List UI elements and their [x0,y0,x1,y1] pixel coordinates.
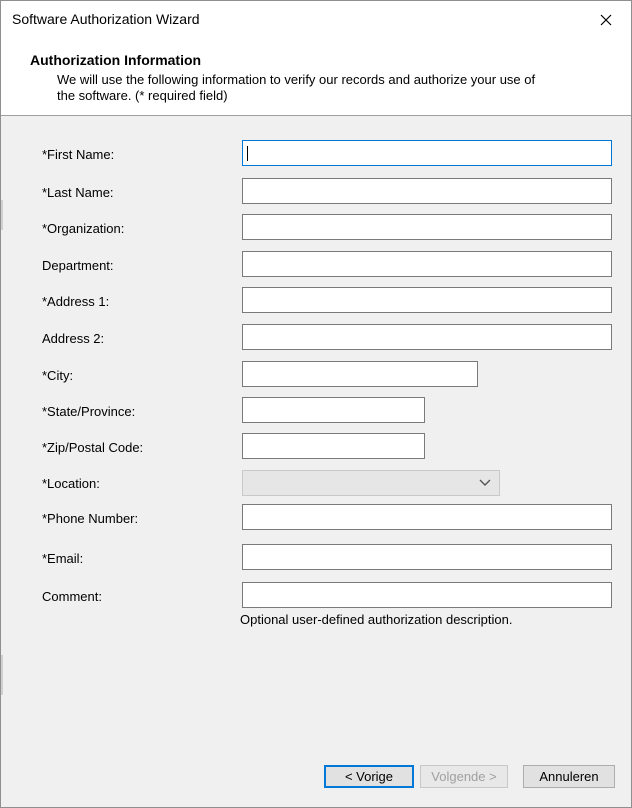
zip-input[interactable] [242,433,425,459]
comment-hint: Optional user-defined authorization desc… [240,612,513,627]
city-label: *City: [42,368,74,383]
back-button[interactable]: < Vorige [324,765,414,788]
left-edge-mark-lower [1,655,3,695]
phone-label: *Phone Number: [42,511,139,526]
location-label: *Location: [42,476,100,491]
close-button[interactable] [591,6,621,34]
email-label: *Email: [42,551,84,566]
address2-label: Address 2: [42,331,105,346]
header-description: We will use the following information to… [57,72,557,104]
cancel-button[interactable]: Annuleren [523,765,615,788]
address2-input[interactable] [242,324,612,350]
organization-input[interactable] [242,214,612,240]
department-label: Department: [42,258,114,273]
comment-input[interactable] [242,582,612,608]
header-title: Authorization Information [30,52,202,68]
state-input[interactable] [242,397,425,423]
text-caret [247,146,248,161]
first-name-input[interactable] [242,140,612,166]
header-description-line1: We will use the following information to… [57,72,536,87]
header-description-line2: the software. (* required field) [57,88,228,103]
close-icon [600,14,612,26]
email-input[interactable] [242,544,612,570]
window-title: Software Authorization Wizard [12,11,200,27]
city-input[interactable] [242,361,478,387]
comment-label: Comment: [42,589,102,604]
last-name-label: *Last Name: [42,185,114,200]
organization-label: *Organization: [42,221,125,236]
department-input[interactable] [242,251,612,277]
last-name-input[interactable] [242,178,612,204]
first-name-label: *First Name: [42,147,115,162]
left-edge-mark [1,200,3,230]
location-select[interactable] [242,470,500,496]
chevron-down-icon [479,479,491,486]
zip-label: *Zip/Postal Code: [42,440,144,455]
address1-label: *Address 1: [42,294,110,309]
phone-input[interactable] [242,504,612,530]
state-label: *State/Province: [42,404,136,419]
address1-input[interactable] [242,287,612,313]
next-button[interactable]: Volgende > [420,765,508,788]
